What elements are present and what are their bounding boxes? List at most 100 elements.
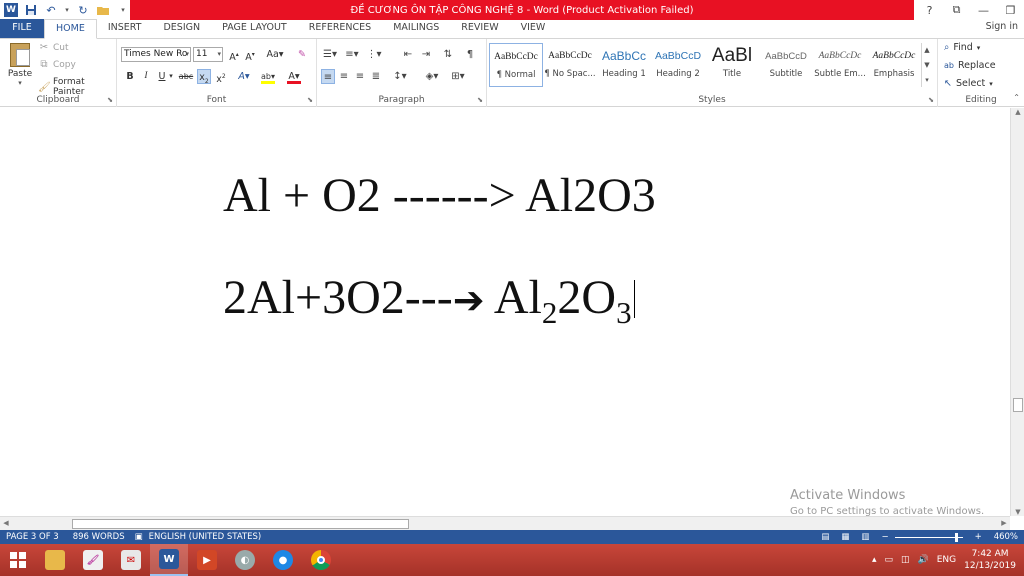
- web-layout-icon[interactable]: ▥: [861, 532, 869, 542]
- open-folder-icon[interactable]: [96, 3, 110, 17]
- ribbon-display-options-button[interactable]: ⧉: [943, 3, 970, 17]
- document-canvas[interactable]: Al + O2 ------> Al2O3 2Al+3O2---➔ Al22O3: [0, 108, 1010, 516]
- chevron-up-icon[interactable]: ▲: [924, 46, 929, 54]
- restore-button[interactable]: ❐: [997, 4, 1024, 17]
- taskbar-word[interactable]: W: [150, 544, 188, 576]
- clock[interactable]: 7:42 AM 12/13/2019: [964, 548, 1016, 572]
- tab-references[interactable]: REFERENCES: [298, 19, 382, 38]
- scroll-right-icon[interactable]: ▶: [998, 517, 1010, 530]
- scroll-down-icon[interactable]: ▼: [1011, 508, 1024, 516]
- chevron-down-icon[interactable]: ▼: [924, 61, 929, 69]
- tab-home[interactable]: HOME: [44, 19, 97, 39]
- justify-icon[interactable]: ≣: [369, 69, 383, 84]
- strikethrough-button[interactable]: abc: [177, 69, 195, 84]
- shrink-font-button[interactable]: A▾: [243, 47, 257, 63]
- tab-review[interactable]: REVIEW: [450, 19, 509, 38]
- tab-insert[interactable]: INSERT: [97, 19, 153, 38]
- zoom-out-icon[interactable]: −: [881, 532, 888, 542]
- tab-file[interactable]: FILE: [0, 19, 44, 38]
- cut-button[interactable]: ✂ Cut: [38, 42, 69, 53]
- align-right-icon[interactable]: ≡: [353, 69, 367, 84]
- line-spacing-icon[interactable]: ↕▾: [391, 69, 409, 84]
- style-heading-2[interactable]: AaBbCcD Heading 2: [651, 43, 705, 87]
- borders-icon[interactable]: ⊞▾: [449, 69, 467, 84]
- scroll-left-icon[interactable]: ◀: [0, 517, 12, 530]
- help-button[interactable]: ?: [916, 4, 943, 17]
- style-subtle-emphasis[interactable]: AaBbCcDc Subtle Em...: [813, 43, 867, 87]
- sort-icon[interactable]: ⇅: [441, 47, 455, 62]
- style-no-spacing[interactable]: AaBbCcDc ¶ No Spac...: [543, 43, 597, 87]
- zoom-level[interactable]: 460%: [994, 532, 1018, 542]
- more-icon[interactable]: ▾: [925, 76, 929, 84]
- taskbar-app-3[interactable]: ✉: [112, 544, 150, 576]
- sign-in-link[interactable]: Sign in: [986, 21, 1018, 32]
- taskbar-paint[interactable]: 🖌: [74, 544, 112, 576]
- find-button[interactable]: ⌕ Find ▾: [944, 42, 980, 53]
- clear-formatting-icon[interactable]: ✎: [295, 47, 309, 62]
- font-color-button[interactable]: A▾: [287, 69, 301, 84]
- horizontal-scrollbar[interactable]: ◀ ▶: [0, 516, 1010, 530]
- style-title[interactable]: AaBl Title: [705, 43, 759, 87]
- word-count[interactable]: 896 WORDS: [73, 532, 125, 542]
- style-subtitle[interactable]: AaBbCcD Subtitle: [759, 43, 813, 87]
- undo-icon[interactable]: ↶: [44, 3, 58, 17]
- taskbar-app-6[interactable]: ◐: [226, 544, 264, 576]
- bold-button[interactable]: B: [123, 69, 137, 84]
- start-button[interactable]: [0, 544, 36, 576]
- zoom-in-icon[interactable]: +: [975, 532, 982, 542]
- subscript-button[interactable]: x2: [197, 69, 211, 85]
- taskbar-file-explorer[interactable]: [36, 544, 74, 576]
- style-heading-1[interactable]: AaBbCc Heading 1: [597, 43, 651, 87]
- tab-page-layout[interactable]: PAGE LAYOUT: [211, 19, 298, 38]
- style-normal[interactable]: AaBbCcDc ¶ Normal: [489, 43, 543, 87]
- align-left-icon[interactable]: ≡: [321, 69, 335, 84]
- grow-font-button[interactable]: A▴: [227, 47, 241, 63]
- collapse-ribbon-icon[interactable]: ⌃: [1013, 93, 1020, 102]
- format-painter-button[interactable]: 🖌 Format Painter: [38, 77, 116, 97]
- taskbar-powerpoint[interactable]: ▶: [188, 544, 226, 576]
- network-icon[interactable]: ◫: [901, 555, 910, 565]
- align-center-icon[interactable]: ≡: [337, 69, 351, 84]
- scroll-up-icon[interactable]: ▲: [1011, 108, 1024, 116]
- save-icon[interactable]: [24, 3, 38, 17]
- show-hidden-icons-icon[interactable]: ▴: [872, 555, 877, 565]
- superscript-button[interactable]: x2: [214, 69, 228, 85]
- volume-icon[interactable]: 🔊: [918, 555, 929, 565]
- tab-design[interactable]: DESIGN: [152, 19, 211, 38]
- undo-dropdown-icon[interactable]: ▾: [64, 3, 70, 17]
- styles-gallery-scroll[interactable]: ▲ ▼ ▾: [921, 43, 932, 87]
- language-tray[interactable]: ENG: [937, 555, 956, 565]
- paste-button[interactable]: Paste ▾: [6, 43, 34, 87]
- customize-qat-icon[interactable]: ▾: [116, 3, 130, 17]
- page-count[interactable]: PAGE 3 OF 3: [6, 532, 59, 542]
- read-mode-icon[interactable]: ▤: [821, 532, 829, 542]
- minimize-button[interactable]: —: [970, 4, 997, 17]
- taskbar-chrome[interactable]: [302, 544, 340, 576]
- show-formatting-icon[interactable]: ¶: [463, 47, 477, 62]
- horizontal-scroll-thumb[interactable]: [72, 519, 409, 529]
- clipboard-launcher-icon[interactable]: ⬊: [107, 96, 113, 104]
- font-launcher-icon[interactable]: ⬊: [307, 96, 313, 104]
- word-logo-icon[interactable]: W: [4, 3, 18, 17]
- replace-button[interactable]: ab Replace: [944, 60, 996, 71]
- font-name-combobox[interactable]: Times New Ro ▾: [121, 47, 191, 62]
- shading-icon[interactable]: ◈▾: [423, 69, 441, 84]
- styles-launcher-icon[interactable]: ⬊: [928, 96, 934, 104]
- italic-button[interactable]: I: [139, 69, 153, 84]
- multilevel-list-icon[interactable]: ⋮▾: [365, 47, 383, 62]
- zoom-slider[interactable]: [894, 532, 963, 542]
- font-size-combobox[interactable]: 11 ▾: [193, 47, 223, 62]
- battery-icon[interactable]: ▭: [884, 555, 893, 565]
- vertical-scrollbar[interactable]: ▲ ▼: [1010, 108, 1024, 516]
- underline-dropdown-icon[interactable]: ▾: [167, 69, 175, 84]
- numbering-icon[interactable]: ≡▾: [343, 47, 361, 62]
- increase-indent-icon[interactable]: ⇥: [419, 47, 433, 62]
- tab-view[interactable]: VIEW: [510, 19, 557, 38]
- print-layout-icon[interactable]: ▦: [841, 532, 849, 542]
- language-indicator[interactable]: ENGLISH (UNITED STATES): [149, 532, 262, 542]
- style-emphasis[interactable]: AaBbCcDc Emphasis: [867, 43, 921, 87]
- copy-button[interactable]: ⧉ Copy: [38, 59, 75, 70]
- bullets-icon[interactable]: ☰▾: [321, 47, 339, 62]
- change-case-button[interactable]: Aa▾: [265, 47, 285, 62]
- select-button[interactable]: ↖ Select ▾: [944, 78, 993, 89]
